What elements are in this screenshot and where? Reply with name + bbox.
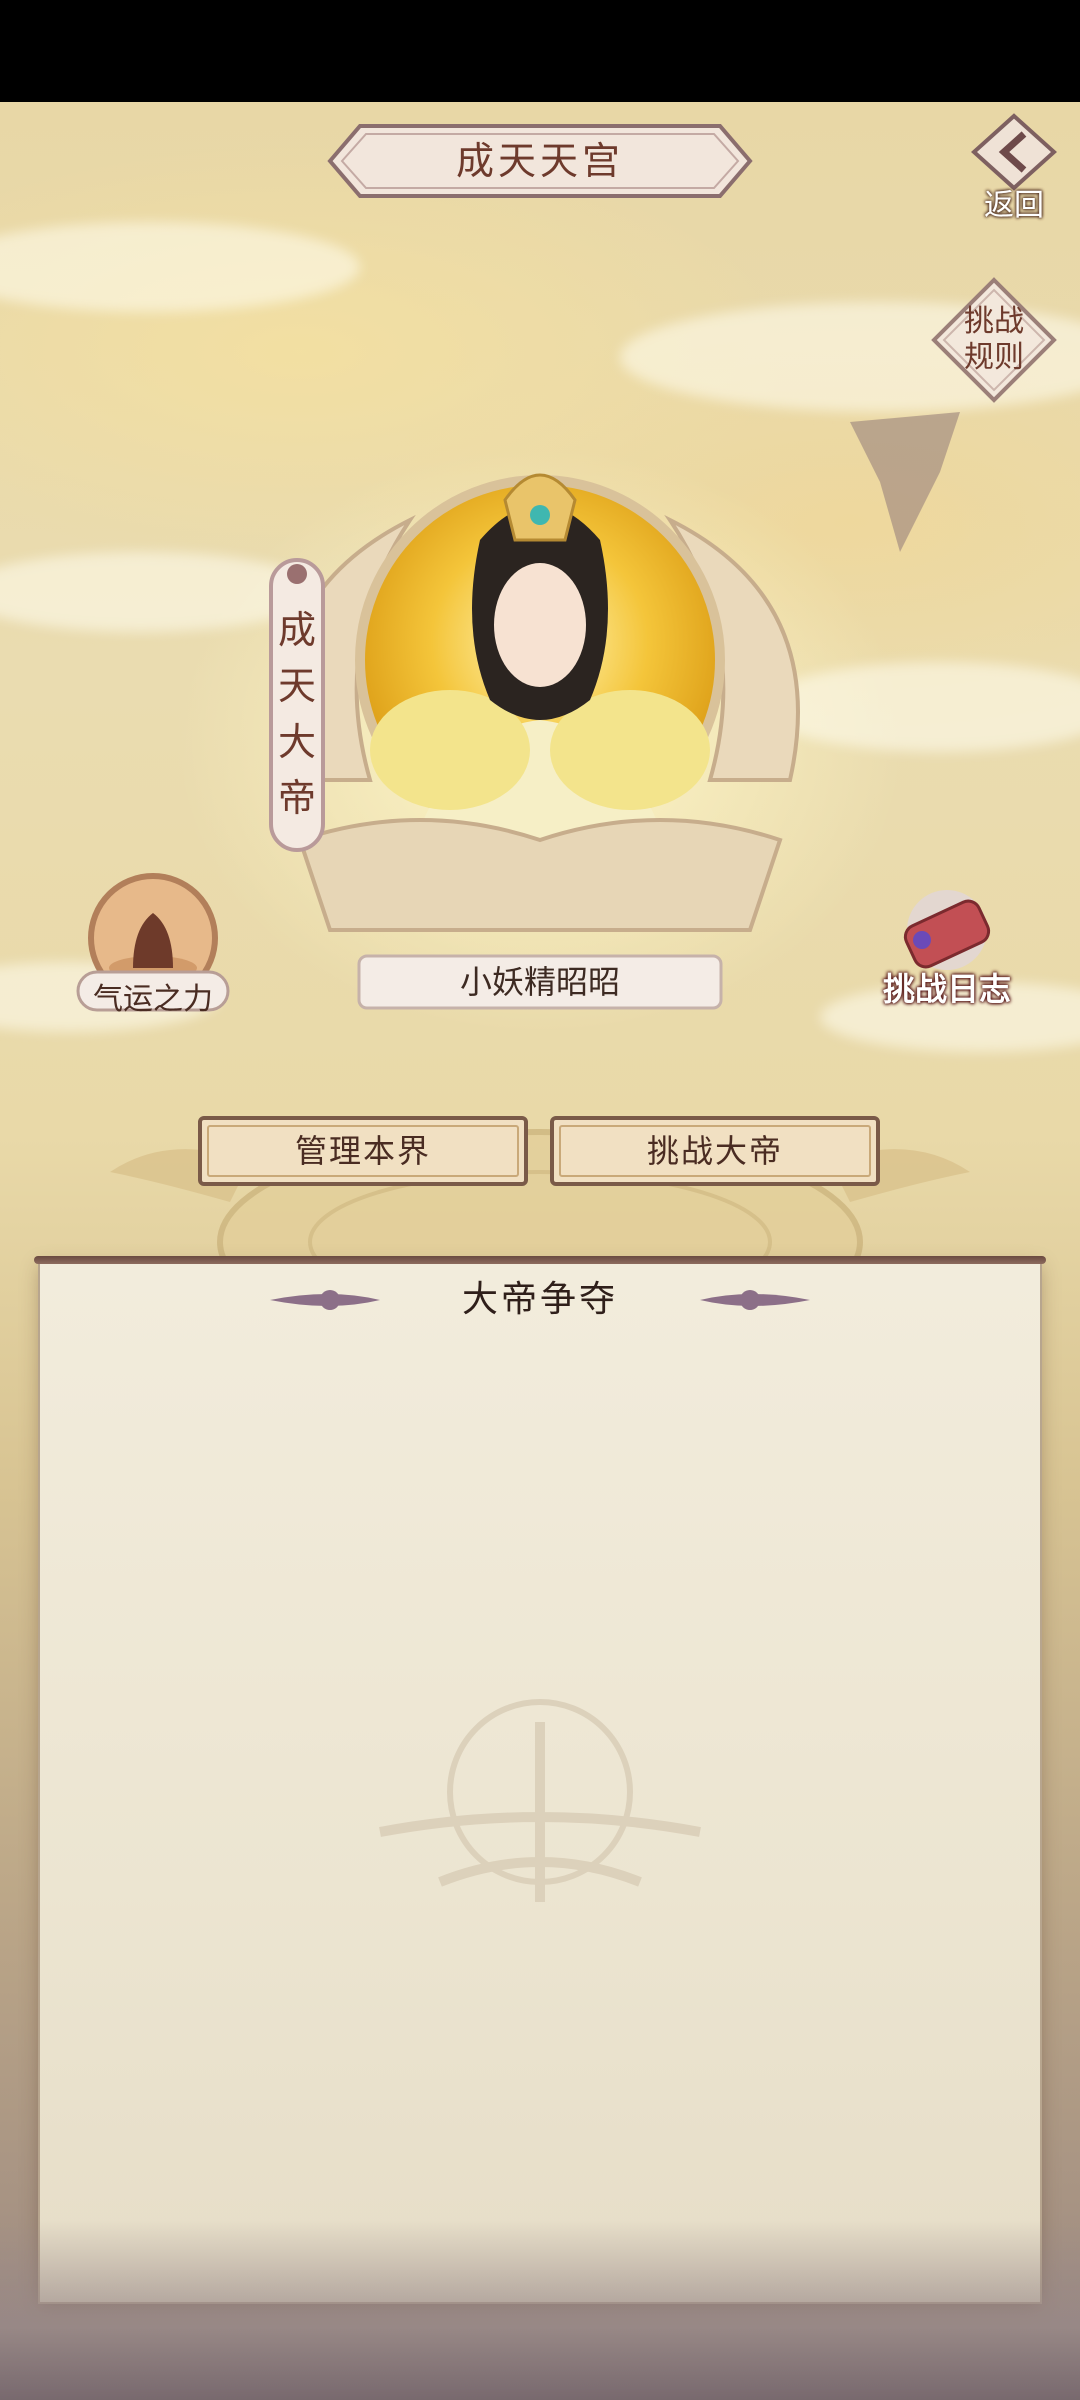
challenge-log-label: 挑战日志 [882,970,1011,1008]
fortune-label: 气运之力 [93,982,213,1017]
page-title: 成天天宫 [455,139,624,183]
challenge-log-button[interactable]: 挑战日志 [862,880,1032,1030]
rules-label: 挑战 规则 [964,304,1024,375]
panel-scroll-rod [34,1256,1046,1264]
rank-title: 成 天 大 帝 [277,608,316,820]
back-button[interactable]: 返回 [962,112,1066,223]
emperor-contest-panel [40,1262,1040,2302]
fortune-power-button[interactable]: 气运之力 [68,868,238,1018]
challenge-emperor-label: 挑战大帝 [646,1132,783,1170]
bottom-mist-decoration [0,2220,1080,2400]
challenge-rules-button[interactable]: 挑战 规则 [930,276,1058,404]
player-name-plate: 小妖精昭昭 [355,950,725,1014]
manage-realm-button[interactable]: 管理本界 [198,1116,528,1186]
player-name: 小妖精昭昭 [459,963,620,1001]
status-bar [0,0,1080,102]
challenge-emperor-button[interactable]: 挑战大帝 [550,1116,880,1186]
panel-title: 大帝争夺 [461,1279,618,1320]
emperor-rank-banner: 成 天 大 帝 [265,540,329,860]
title-plaque: 成天天宫 [320,122,760,200]
manage-realm-label: 管理本界 [294,1132,431,1170]
phoenix-watermark-icon [379,1699,701,1902]
back-label: 返回 [984,188,1044,223]
